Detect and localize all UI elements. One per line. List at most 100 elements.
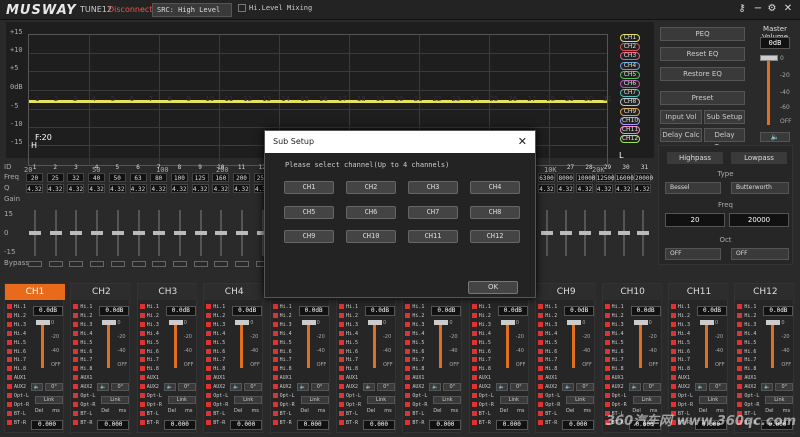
input-source-row[interactable]: Hi.6 bbox=[671, 348, 690, 355]
link-button[interactable]: Link bbox=[632, 396, 661, 404]
band-marker[interactable]: 3 bbox=[73, 95, 77, 103]
close-icon[interactable]: ✕ bbox=[782, 3, 794, 15]
band-cell[interactable]: 4.32 bbox=[576, 184, 594, 193]
channel-tab[interactable]: CH12 bbox=[735, 284, 796, 300]
input-source-row[interactable]: Hi.4 bbox=[206, 330, 225, 337]
phase-button[interactable]: 0° bbox=[576, 383, 595, 391]
lp-oct-select[interactable]: OFF bbox=[731, 248, 789, 260]
input-source-row[interactable]: Opt-R bbox=[73, 401, 95, 408]
input-source-row[interactable]: Hi.5 bbox=[272, 339, 292, 346]
band-marker[interactable]: 9 bbox=[186, 95, 190, 103]
channel-gain[interactable]: 0.0dB bbox=[497, 306, 528, 316]
input-source-row[interactable]: Hi.6 bbox=[471, 348, 491, 355]
band-gain-knob[interactable] bbox=[579, 231, 592, 235]
band-cell[interactable]: 200 bbox=[233, 173, 250, 182]
input-source-row[interactable]: Hi.3 bbox=[339, 321, 358, 328]
input-source-row[interactable]: Hi.7 bbox=[7, 357, 26, 363]
band-gain-knob[interactable] bbox=[111, 231, 124, 235]
mute-icon[interactable]: 🔈 bbox=[97, 383, 110, 391]
band-marker[interactable]: 14 bbox=[281, 95, 290, 103]
input-source-row[interactable]: Hi.6 bbox=[7, 348, 26, 355]
mute-icon[interactable]: 🔈 bbox=[628, 383, 641, 391]
input-source-row[interactable]: Hi.1 bbox=[671, 304, 690, 310]
band-marker[interactable]: 12 bbox=[243, 95, 252, 103]
channel-tag[interactable]: CH6 bbox=[620, 80, 640, 88]
channel-delay[interactable]: 0.000 bbox=[363, 420, 395, 430]
band-marker[interactable]: 15 bbox=[300, 95, 309, 103]
input-source-row[interactable]: Hi.7 bbox=[538, 357, 557, 363]
input-source-row[interactable]: Hi.2 bbox=[272, 312, 292, 319]
channel-fader[interactable] bbox=[572, 320, 576, 368]
input-source-row[interactable]: AUX2 bbox=[206, 384, 225, 390]
channel-fader-knob[interactable] bbox=[434, 320, 449, 325]
input-source-row[interactable]: Hi.4 bbox=[7, 330, 26, 337]
band-marker[interactable]: 26 bbox=[508, 95, 517, 103]
input-source-row[interactable]: BT-R bbox=[405, 419, 424, 426]
input-source-row[interactable]: Hi.8 bbox=[604, 366, 624, 372]
input-source-row[interactable]: Hi.6 bbox=[538, 348, 557, 355]
input-source-row[interactable]: BT-R bbox=[339, 419, 358, 426]
input-source-row[interactable]: AUX1 bbox=[737, 375, 756, 381]
channel-fader[interactable] bbox=[439, 320, 443, 368]
input-source-row[interactable]: Hi.4 bbox=[538, 330, 557, 337]
channel-delay[interactable]: 0.000 bbox=[230, 420, 263, 430]
band-cell[interactable]: 4.32 bbox=[595, 184, 613, 193]
band-marker[interactable]: 22 bbox=[433, 95, 442, 103]
input-source-row[interactable]: Hi.1 bbox=[471, 304, 491, 310]
input-source-row[interactable]: BT-L bbox=[339, 410, 358, 417]
input-source-row[interactable]: AUX1 bbox=[538, 375, 557, 381]
channel-tab[interactable]: CH4 bbox=[204, 284, 265, 300]
link-button[interactable]: Link bbox=[167, 396, 196, 404]
input-source-row[interactable]: Opt-L bbox=[671, 393, 693, 399]
band-cell[interactable]: 20000 bbox=[634, 173, 653, 182]
band-cell[interactable]: 50 bbox=[108, 173, 126, 182]
link-button[interactable]: Link bbox=[433, 396, 462, 404]
input-source-row[interactable]: Hi.2 bbox=[671, 312, 690, 319]
input-source-row[interactable]: Hi.3 bbox=[7, 321, 26, 328]
channel-delay[interactable]: 0.000 bbox=[429, 420, 462, 430]
input-source-row[interactable]: Opt-R bbox=[737, 401, 759, 408]
master-volume-knob[interactable] bbox=[760, 55, 778, 61]
lp-freq-input[interactable]: 20000 bbox=[729, 213, 789, 227]
band-gain-knob[interactable] bbox=[541, 231, 553, 235]
input-source-row[interactable]: Hi.4 bbox=[671, 330, 690, 337]
input-source-row[interactable]: Hi.3 bbox=[538, 321, 557, 328]
band-cell[interactable]: 4.32 bbox=[233, 184, 250, 193]
phase-button[interactable]: 0° bbox=[310, 383, 329, 391]
mute-icon[interactable]: 🔈 bbox=[429, 383, 442, 391]
channel-delay[interactable]: 0.000 bbox=[296, 420, 329, 430]
band-marker[interactable]: 23 bbox=[452, 95, 461, 103]
channel-gain[interactable]: 0.0dB bbox=[365, 306, 395, 316]
band-gain-knob[interactable] bbox=[598, 231, 611, 235]
dialog-channel-button[interactable]: CH7 bbox=[408, 205, 458, 219]
input-source-row[interactable]: Hi.8 bbox=[206, 366, 225, 372]
lp-type-select[interactable]: Butterworth bbox=[731, 182, 789, 194]
input-source-row[interactable]: AUX1 bbox=[272, 375, 292, 381]
input-source-row[interactable]: Hi.8 bbox=[471, 366, 491, 372]
input-source-row[interactable]: Hi.8 bbox=[7, 366, 26, 372]
band-marker[interactable]: 29 bbox=[565, 95, 574, 103]
channel-delay[interactable]: 0.000 bbox=[562, 420, 595, 430]
input-source-row[interactable]: Hi.5 bbox=[604, 339, 624, 346]
channel-fader-knob[interactable] bbox=[36, 320, 50, 325]
input-source-row[interactable]: Hi.2 bbox=[139, 312, 159, 319]
hi-level-mixing-toggle[interactable]: Hi.Level Mixing bbox=[238, 4, 312, 12]
phase-button[interactable]: 0° bbox=[177, 383, 196, 391]
input-source-row[interactable]: BT-R bbox=[73, 419, 92, 426]
input-source-row[interactable]: AUX2 bbox=[737, 384, 756, 390]
input-source-row[interactable]: Hi.2 bbox=[604, 312, 624, 319]
input-source-row[interactable]: Hi.7 bbox=[737, 357, 756, 363]
channel-gain[interactable]: 0.0dB bbox=[33, 306, 63, 316]
channel-tab[interactable]: CH3 bbox=[137, 284, 198, 300]
input-source-row[interactable]: AUX1 bbox=[671, 375, 690, 381]
input-source-row[interactable]: Hi.7 bbox=[604, 357, 624, 363]
band-marker[interactable]: 19 bbox=[376, 95, 385, 103]
band-cell[interactable]: 4.32 bbox=[26, 184, 43, 193]
band-marker[interactable]: 24 bbox=[470, 95, 479, 103]
input-source-row[interactable]: Hi.8 bbox=[405, 366, 424, 372]
input-source-row[interactable]: Hi.3 bbox=[604, 321, 624, 328]
dialog-channel-button[interactable]: CH9 bbox=[284, 230, 334, 243]
link-button[interactable]: Link bbox=[300, 396, 329, 404]
input-source-row[interactable]: BT-L bbox=[272, 410, 292, 417]
channel-fader-knob[interactable] bbox=[766, 320, 781, 325]
